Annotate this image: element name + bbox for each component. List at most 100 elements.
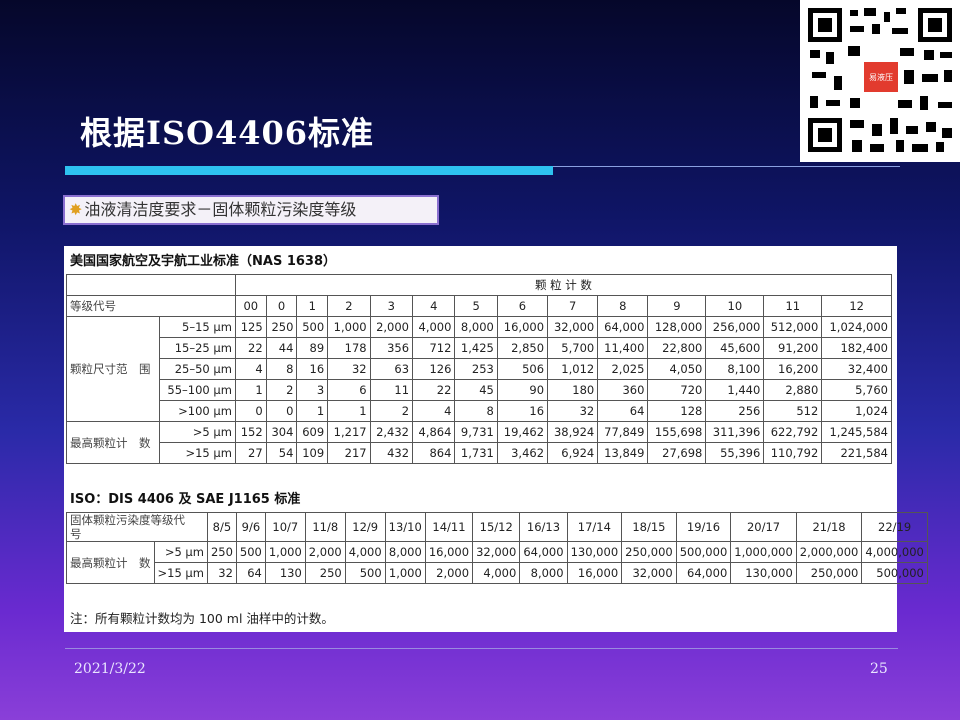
iso-code-cell: 12/9 — [344, 512, 386, 542]
nas-value-cell: 6,924 — [547, 442, 599, 464]
iso-value-cell: 2,000 — [304, 541, 346, 563]
nas-value-cell: 128,000 — [647, 316, 707, 338]
nas-value-cell: 11 — [369, 379, 414, 401]
iso-code-cell: 15/12 — [472, 512, 521, 542]
nas-grade-cell: 8 — [597, 295, 649, 317]
iso-value-cell: 64 — [235, 562, 266, 584]
iso-value-cell: 500 — [344, 562, 386, 584]
slide-title: 根据ISO4406标准 — [80, 114, 375, 152]
title-accent-bar — [65, 166, 553, 175]
nas-value-cell: 22 — [412, 379, 456, 401]
iso-caption: ISO：DIS 4406 及 SAE J1165 标准 — [70, 492, 301, 507]
iso-value-cell: 500,000 — [675, 541, 732, 563]
iso-value-cell: 500 — [235, 541, 266, 563]
nas-value-cell: 45 — [454, 379, 498, 401]
iso-value-cell: 4,000 — [344, 541, 386, 563]
nas-value-cell: 55,396 — [705, 442, 765, 464]
nas-value-cell: 11,400 — [597, 337, 649, 359]
nas-value-cell: 256 — [705, 400, 765, 422]
iso-value-cell: 2,000,000 — [795, 541, 863, 563]
nas-max-range: >5 μm — [158, 421, 236, 443]
iso-value-cell: 4,000 — [472, 562, 521, 584]
nas-value-cell: 864 — [412, 442, 456, 464]
nas-grade-row: 等级代号 00 0 1 2 3 4 5 6 7 8 9 10 11 12 — [66, 295, 892, 317]
iso-code-cell: 16/13 — [519, 512, 568, 542]
iso-table: 固体颗粒污染度等级代 号 8/5 9/6 10/7 11/8 12/9 13/10 14/11… — [66, 512, 928, 584]
nas-max-range: >15 μm — [158, 442, 236, 464]
iso-code-cell: 9/6 — [235, 512, 266, 542]
iso-value-cell: 130,000 — [730, 562, 797, 584]
iso-value-cell: 250 — [206, 541, 237, 563]
subtitle-text: 油液清洁度要求－固体颗粒污染度等级 — [84, 200, 357, 219]
qr-code-image: 易液压 — [808, 8, 952, 152]
nas-value-cell: 64,000 — [597, 316, 649, 338]
nas-value-cell: 512 — [763, 400, 823, 422]
nas-size-row: 55–100 μm 1 2 3 6 11 22 45 90 180 360 720 1,440 2,880… — [67, 379, 892, 401]
nas-value-cell: 5,760 — [821, 379, 892, 401]
nas-size-range: 15–25 μm — [158, 337, 236, 359]
slide-date: 2021/3/22 — [74, 661, 146, 677]
nas-value-cell: 1,217 — [327, 421, 371, 443]
nas-value-cell: 1 — [327, 400, 371, 422]
nas-value-cell: 506 — [496, 358, 549, 380]
iso-code-cell: 8/5 — [206, 512, 237, 542]
nas-size-row: 25–50 μm 4 8 16 32 63 126 253 506 1,012 2,025 4,050… — [67, 358, 892, 380]
nas-value-cell: 152 — [234, 421, 267, 443]
nas-grade-cell: 00 — [234, 295, 267, 317]
iso-value-cell: 32,000 — [621, 562, 677, 584]
nas-value-cell: 2,880 — [763, 379, 823, 401]
iso-value-cell: 250 — [304, 562, 346, 584]
nas-caption: 美国国家航空及宇航工业标准（NAS 1638） — [70, 254, 337, 269]
nas-value-cell: 1,024,000 — [821, 316, 892, 338]
nas-value-cell: 32,000 — [547, 316, 599, 338]
iso-value-cell: 32,000 — [472, 541, 521, 563]
nas-value-cell: 512,000 — [763, 316, 823, 338]
nas-value-cell: 609 — [296, 421, 329, 443]
nas-max-row: >15 μm 27 54 109 217 432 864 1,731 3,462 6,924 13,… — [67, 442, 892, 464]
nas-value-cell: 622,792 — [763, 421, 823, 443]
nas-value-cell: 4,050 — [647, 358, 707, 380]
nas-value-cell: 155,698 — [647, 421, 707, 443]
nas-value-cell: 91,200 — [763, 337, 823, 359]
nas-value-cell: 178 — [327, 337, 371, 359]
nas-value-cell: 0 — [265, 400, 298, 422]
iso-max-range: >5 μm — [153, 541, 208, 563]
nas-value-cell: 32 — [547, 400, 599, 422]
nas-value-cell: 1 — [234, 379, 267, 401]
iso-value-cell: 130 — [264, 562, 306, 584]
iso-code-cell: 11/8 — [304, 512, 346, 542]
nas-value-cell: 1,000 — [327, 316, 371, 338]
iso-max-row: >15 μm 32 64 130 250 500 1,000 2,000 4,000 8,000 1… — [67, 562, 928, 584]
nas-value-cell: 1,012 — [547, 358, 599, 380]
nas-value-cell: 9,731 — [454, 421, 498, 443]
nas-size-range: >100 μm — [158, 400, 236, 422]
nas-value-cell: 1,425 — [454, 337, 498, 359]
nas-size-row: 颗粒尺寸范 围 5–15 μm 125 250 500 1,000 2,000 4,000 8,… — [66, 316, 892, 422]
nas-grade-cell: 10 — [705, 295, 765, 317]
iso-value-cell: 2,000 — [424, 562, 474, 584]
nas-value-cell: 89 — [296, 337, 329, 359]
nas-value-cell: 2 — [265, 379, 298, 401]
iso-code-cell: 22/19 — [861, 512, 928, 542]
nas-value-cell: 500 — [296, 316, 329, 338]
title-divider — [553, 166, 900, 167]
nas-value-cell: 2,025 — [597, 358, 649, 380]
nas-count-header: 颗 粒 计 数 — [234, 274, 893, 296]
nas-value-cell: 712 — [412, 337, 456, 359]
nas-value-cell: 8,100 — [705, 358, 765, 380]
iso-max-group-label: 最高颗粒计 数 — [66, 541, 155, 584]
nas-size-row: >100 μm 0 0 1 1 2 4 8 16 32 64 128 256 512 1,024 — [67, 400, 892, 422]
nas-value-cell: 110,792 — [763, 442, 823, 464]
nas-value-cell: 64 — [597, 400, 649, 422]
nas-grade-cell: 4 — [412, 295, 456, 317]
nas-value-cell: 44 — [265, 337, 298, 359]
page-number: 25 — [870, 661, 888, 677]
nas-value-cell: 8 — [454, 400, 498, 422]
nas-value-cell: 4,864 — [412, 421, 456, 443]
nas-value-cell: 221,584 — [821, 442, 892, 464]
nas-max-row: 最高颗粒计 数 >5 μm 152 304 609 1,217 2,432 4,864 9,73… — [66, 421, 892, 464]
nas-value-cell: 1,731 — [454, 442, 498, 464]
iso-code-cell: 19/16 — [675, 512, 732, 542]
nas-value-cell: 27,698 — [647, 442, 707, 464]
nas-value-cell: 1,245,584 — [821, 421, 892, 443]
